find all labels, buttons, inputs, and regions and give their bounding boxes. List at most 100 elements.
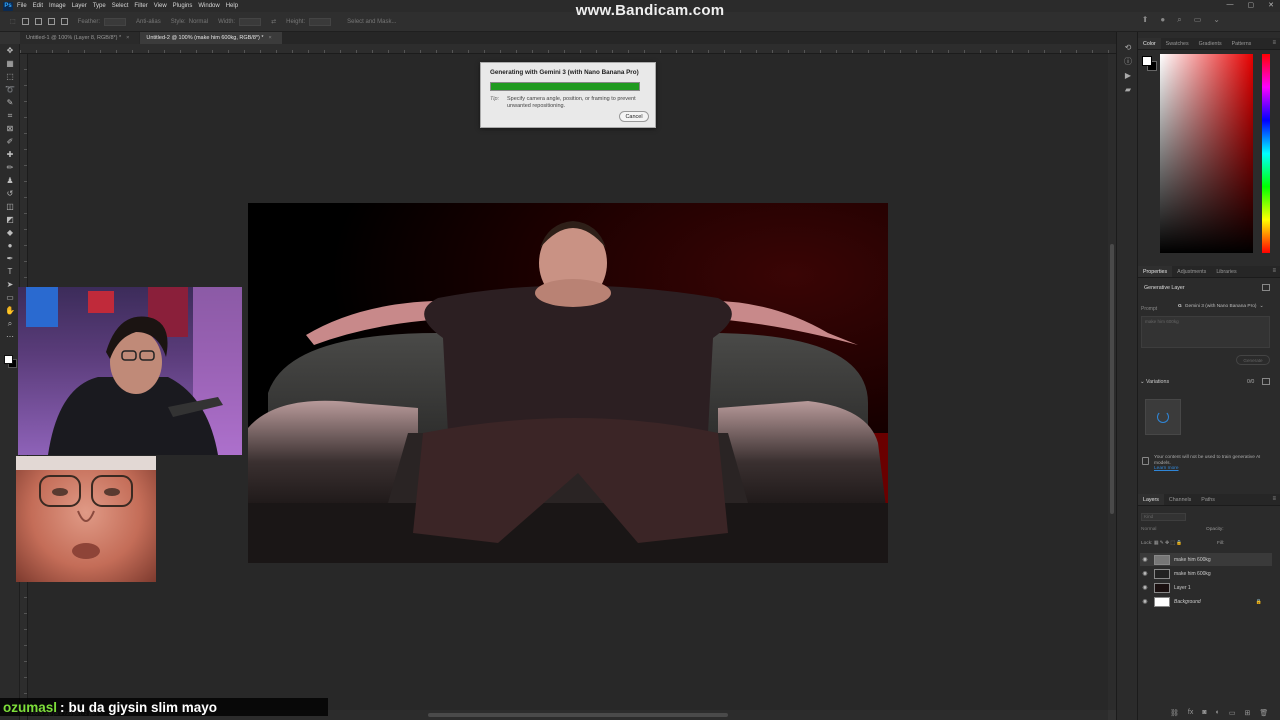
height-label: Height: xyxy=(286,18,306,25)
learn-more-link[interactable]: Learn more xyxy=(1154,466,1262,472)
subtract-selection-icon[interactable] xyxy=(47,18,55,25)
layer-row[interactable]: ◉ make him 600kg xyxy=(1140,567,1272,580)
new-selection-icon[interactable] xyxy=(21,18,29,25)
move-tool-icon[interactable]: ✥ xyxy=(0,44,20,57)
model-select[interactable]: G Gemini 3 (with Nano Banana Pro) ⌄ xyxy=(1178,302,1270,311)
variations-label: ⌄ Variations xyxy=(1140,379,1169,385)
tab-gradients[interactable]: Gradients xyxy=(1194,38,1227,49)
layer-type-icon xyxy=(1262,284,1270,291)
panel-menu-icon[interactable]: ≡ xyxy=(1272,38,1280,49)
color-picker-field[interactable] xyxy=(1160,54,1253,253)
tab-patterns[interactable]: Patterns xyxy=(1227,38,1257,49)
scroll-thumb[interactable] xyxy=(1110,244,1114,514)
hand-tool-icon[interactable]: ✋ xyxy=(0,304,20,317)
tab-channels[interactable]: Channels xyxy=(1164,494,1196,505)
foreground-color-swatch[interactable] xyxy=(4,355,13,364)
vertical-scrollbar[interactable] xyxy=(1108,54,1116,710)
info-icon[interactable]: ⓘ xyxy=(1117,54,1139,68)
layer-row[interactable]: ◉ Background 🔒 xyxy=(1140,595,1272,608)
close-tab-icon[interactable]: × xyxy=(269,35,272,41)
crop-tool-icon[interactable]: ⌗ xyxy=(0,109,20,122)
layer-row[interactable]: ◉ make him 600kg xyxy=(1140,553,1272,566)
add-selection-icon[interactable] xyxy=(34,18,42,25)
ai-training-notice: Your content will not be used to train g… xyxy=(1142,455,1262,472)
panel-menu-icon[interactable]: ≡ xyxy=(1272,494,1280,505)
link-layers-icon[interactable]: ⛓ xyxy=(1170,709,1179,717)
document-image[interactable] xyxy=(248,203,888,563)
lasso-tool-icon[interactable]: ➰ xyxy=(0,83,20,96)
tab-adjustments[interactable]: Adjustments xyxy=(1172,266,1211,277)
panel-menu-icon[interactable]: ≡ xyxy=(1272,266,1280,277)
opacity-control[interactable]: Opacity: xyxy=(1206,527,1266,535)
play-icon[interactable]: ▶ xyxy=(1117,68,1139,82)
tab-properties[interactable]: Properties xyxy=(1138,266,1173,277)
visibility-eye-icon[interactable]: ◉ xyxy=(1140,556,1150,563)
prompt-input[interactable]: make him 600kg xyxy=(1141,316,1270,348)
zoom-tool-icon[interactable]: ⌕ xyxy=(0,317,20,330)
generate-button[interactable]: Generate xyxy=(1236,355,1270,365)
delete-layer-icon[interactable]: 🗑 xyxy=(1259,709,1268,717)
new-layer-icon[interactable]: ⊞ xyxy=(1244,709,1250,717)
swap-icon[interactable]: ⇄ xyxy=(271,18,276,25)
lock-controls: Lock: ▦ ✎ ✥ ⬚ 🔒 xyxy=(1141,541,1182,546)
type-tool-icon[interactable]: T xyxy=(0,265,20,278)
hue-slider[interactable] xyxy=(1262,54,1270,253)
antialias-checkbox[interactable]: Anti-alias xyxy=(136,19,161,25)
tab-untitled-2[interactable]: Untitled-2 @ 100% (make him 600kg, RGB/8… xyxy=(140,32,282,44)
fx-icon[interactable]: fx xyxy=(1188,709,1193,717)
chevron-down-icon[interactable]: ⌄ xyxy=(1140,379,1144,385)
tab-layers[interactable]: Layers xyxy=(1138,494,1164,505)
gradient-tool-icon[interactable]: ◩ xyxy=(0,213,20,226)
dodge-tool-icon[interactable]: ● xyxy=(0,239,20,252)
blur-tool-icon[interactable]: ◆ xyxy=(0,226,20,239)
tab-libraries[interactable]: Libraries xyxy=(1211,266,1241,277)
eraser-tool-icon[interactable]: ◫ xyxy=(0,200,20,213)
tab-swatches[interactable]: Swatches xyxy=(1161,38,1194,49)
add-mask-icon[interactable]: ◙ xyxy=(1202,709,1206,717)
visibility-eye-icon[interactable]: ◉ xyxy=(1140,598,1150,605)
cancel-button[interactable]: Cancel xyxy=(619,111,649,122)
pen-tool-icon[interactable]: ✒ xyxy=(0,252,20,265)
tip-label: Tip: xyxy=(490,96,500,102)
style-select[interactable]: Normal xyxy=(189,19,208,25)
foreground-color-chip[interactable] xyxy=(1142,56,1152,66)
eyedropper-tool-icon[interactable]: ✐ xyxy=(0,135,20,148)
progress-fill xyxy=(491,83,639,90)
healing-brush-icon[interactable]: ✚ xyxy=(0,148,20,161)
more-tools-icon[interactable]: ⋯ xyxy=(0,330,20,343)
fill-control[interactable]: Fill: xyxy=(1217,541,1224,546)
brush-tool-icon[interactable]: ✏ xyxy=(0,161,20,174)
shape-tool-icon[interactable]: ▭ xyxy=(0,291,20,304)
tab-color[interactable]: Color xyxy=(1138,38,1161,49)
visibility-eye-icon[interactable]: ◉ xyxy=(1140,570,1150,577)
marquee-tool-icon[interactable]: ⬚ xyxy=(0,70,20,83)
adjustment-layer-icon[interactable]: ◐ xyxy=(1216,709,1220,717)
blend-mode-select[interactable]: Normal xyxy=(1141,527,1186,535)
frame-tool-icon[interactable]: ⊠ xyxy=(0,122,20,135)
new-group-icon[interactable]: ▭ xyxy=(1229,709,1236,717)
layer-filter-select[interactable]: Kind xyxy=(1141,513,1186,521)
intersect-selection-icon[interactable] xyxy=(60,18,68,25)
tab-paths[interactable]: Paths xyxy=(1196,494,1220,505)
variation-thumbnail[interactable] xyxy=(1145,399,1181,435)
marquee-tool-icon[interactable]: ⬚ xyxy=(10,18,16,25)
stamp-tool-icon[interactable]: ♟ xyxy=(0,174,20,187)
artboard-tool-icon[interactable]: ▦ xyxy=(0,57,20,70)
quick-select-tool-icon[interactable]: ✎ xyxy=(0,96,20,109)
scroll-thumb[interactable] xyxy=(428,713,728,717)
tab-untitled-1[interactable]: Untitled-1 @ 100% (Layer 8, RGB/8*) * × xyxy=(20,32,140,44)
comment-icon[interactable]: ▰ xyxy=(1117,82,1139,96)
path-select-icon[interactable]: ➤ xyxy=(0,278,20,291)
horizontal-ruler xyxy=(20,44,1116,54)
layer-name: Background xyxy=(1174,598,1201,605)
grid-view-icon[interactable] xyxy=(1262,378,1270,385)
select-and-mask-button[interactable]: Select and Mask... xyxy=(347,19,396,25)
chat-text: bu da giysin slim mayo xyxy=(68,699,218,715)
history-brush-icon[interactable]: ↺ xyxy=(0,187,20,200)
layer-row[interactable]: ◉ Layer 1 xyxy=(1140,581,1272,594)
history-icon[interactable]: ⟲ xyxy=(1117,40,1139,54)
layer-name: make him 600kg xyxy=(1174,556,1211,563)
visibility-eye-icon[interactable]: ◉ xyxy=(1140,584,1150,591)
lock-icons[interactable]: ▦ ✎ ✥ ⬚ 🔒 xyxy=(1154,541,1182,546)
close-tab-icon[interactable]: × xyxy=(126,35,129,41)
